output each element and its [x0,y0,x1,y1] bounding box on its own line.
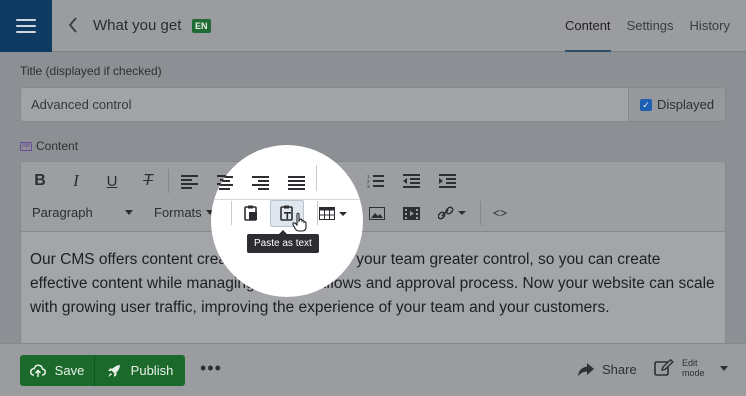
underline-icon[interactable]: U [101,170,123,192]
content-field-label: AB Content [20,139,78,153]
save-button[interactable]: Save [20,355,95,386]
toolbar-separator [480,201,481,225]
cloud-upload-icon [29,363,46,377]
clear-format-icon[interactable]: T [137,170,159,192]
formats-value: Formats [154,205,202,220]
save-label: Save [54,363,85,378]
link-icon[interactable] [438,204,468,222]
align-left-icon[interactable] [179,172,199,190]
checkmark-icon: ✓ [640,98,652,111]
menu-button[interactable] [0,0,52,52]
publish-button[interactable]: Publish [95,355,185,386]
share-icon [578,362,594,376]
outdent-icon[interactable] [401,172,421,190]
tab-settings[interactable]: Settings [627,0,674,52]
top-bar: What you get EN Content Settings History [0,0,746,52]
paste-icon[interactable] [242,204,260,222]
chevron-down-icon[interactable] [211,204,215,218]
rocket-icon [107,364,120,377]
indent-icon[interactable] [437,172,457,190]
back-chevron-icon[interactable] [67,15,79,41]
editor-toolbar: B I U T 123 Paragraph Formats <> [21,162,725,232]
rich-text-icon: AB [20,141,32,151]
toolbar-separator [316,165,317,191]
publish-label: Publish [130,363,174,378]
block-format-dropdown[interactable]: Paragraph [32,205,133,220]
media-icon[interactable] [402,204,420,222]
displayed-checkbox[interactable]: ✓ Displayed [628,87,726,122]
align-center-icon[interactable] [214,173,234,191]
spotlight-highlight [211,145,363,297]
code-icon[interactable]: <> [491,204,509,222]
share-button[interactable]: Share [577,362,637,377]
chevron-down-icon[interactable] [720,365,728,371]
tab-history[interactable]: History [690,0,730,52]
align-right-icon[interactable] [250,173,270,191]
title-field-label: Title (displayed if checked) [20,64,162,78]
action-bar: Save Publish ••• Share Edit mode [0,343,746,396]
italic-icon[interactable]: I [65,170,87,192]
toolbar-separator [231,201,232,225]
rich-text-editor: B I U T 123 Paragraph Formats <> Our CMS… [20,161,726,361]
block-format-value: Paragraph [32,205,93,220]
numbered-list-icon[interactable]: 123 [365,172,385,190]
toolbar-separator [317,201,318,225]
title-input[interactable]: Advanced control [20,87,629,122]
language-badge[interactable]: EN [192,19,211,33]
table-icon[interactable] [319,205,349,221]
tab-bar: Content Settings History [565,0,746,52]
justify-icon[interactable] [286,173,306,191]
edit-mode-icon [654,359,674,376]
edit-mode-toggle[interactable]: Edit mode [654,358,728,378]
share-label: Share [602,362,637,377]
svg-text:3: 3 [367,184,370,188]
formats-dropdown[interactable]: Formats [154,205,214,220]
toolbar-separator [168,169,169,193]
tooltip: Paste as text [247,230,319,253]
chevron-down-icon [124,210,133,215]
edit-mode-label: Edit mode [682,358,705,378]
hand-cursor-icon [290,211,310,233]
image-icon[interactable] [368,204,386,222]
menu-icon [16,19,36,33]
more-icon[interactable]: ••• [200,358,222,379]
editor-body[interactable]: Our CMS offers content creation tools th… [30,248,720,320]
content-label-text: Content [36,139,79,153]
bold-icon[interactable]: B [29,170,51,192]
displayed-label: Displayed [657,97,715,112]
page-title: What you get [93,17,182,34]
tab-content[interactable]: Content [565,0,611,52]
